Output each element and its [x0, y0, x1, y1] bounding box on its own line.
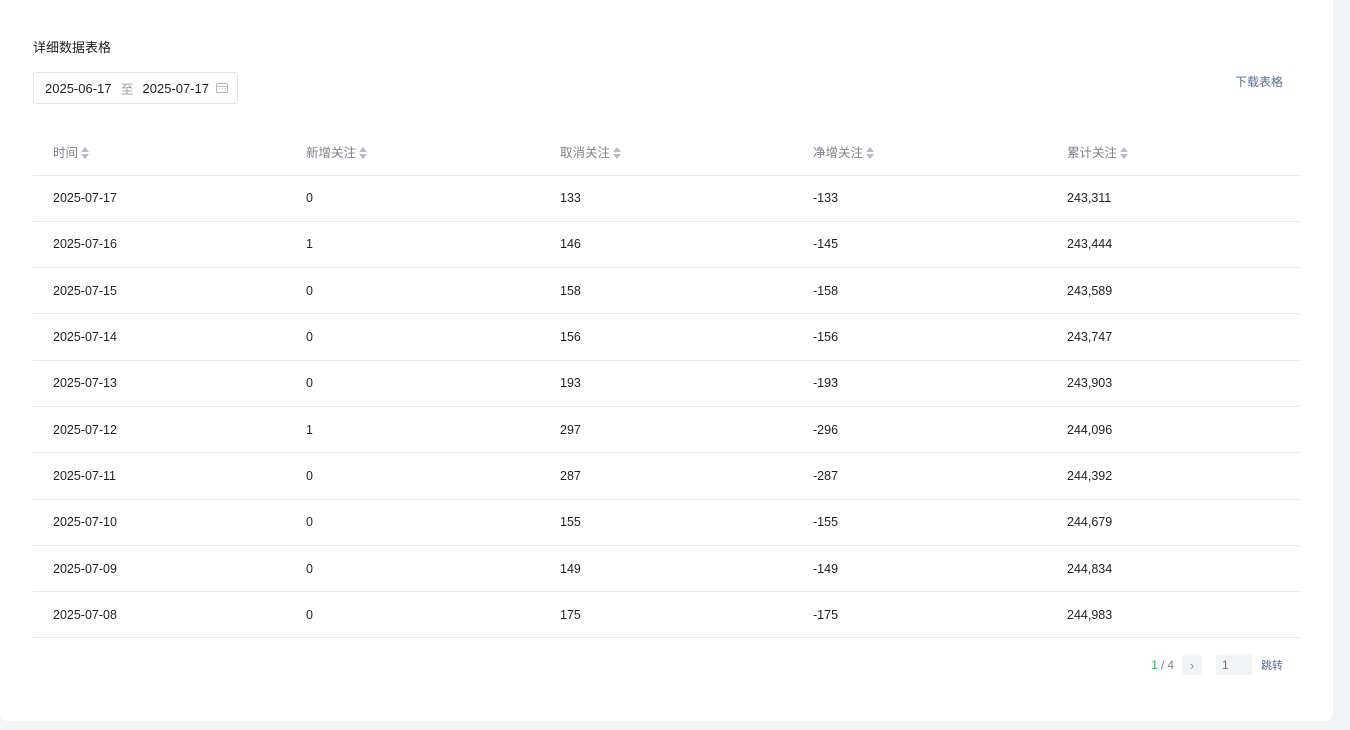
cell-unfollow: 175 — [540, 591, 793, 639]
cell-time: 2025-07-17 — [33, 175, 286, 222]
cell-new: 0 — [286, 499, 540, 546]
cell-net: -287 — [793, 452, 1047, 500]
sort-icon[interactable] — [613, 147, 622, 160]
cell-total: 243,903 — [1047, 360, 1300, 407]
column-header-total-follows[interactable]: 累计关注 — [1047, 128, 1300, 176]
calendar-icon[interactable] — [216, 83, 228, 93]
section-title: 详细数据表格 — [33, 40, 112, 55]
cell-unfollow: 193 — [540, 360, 793, 407]
cell-time: 2025-07-15 — [33, 267, 286, 315]
cell-time: 2025-07-13 — [33, 360, 286, 407]
cell-total: 243,589 — [1047, 267, 1300, 315]
date-separator: 至 — [120, 81, 134, 97]
cell-time: 2025-07-10 — [33, 499, 286, 546]
total-pages: 4 — [1167, 658, 1174, 672]
cell-net: -175 — [793, 591, 1047, 639]
pagination: 1 / 4 › 跳转 — [1151, 655, 1283, 675]
cell-net: -296 — [793, 406, 1047, 454]
cell-time: 2025-07-09 — [33, 545, 286, 593]
jump-button[interactable]: 跳转 — [1261, 657, 1283, 673]
cell-net: -158 — [793, 267, 1047, 315]
table-row: 2025-07-10 0 155 -155 244,679 — [33, 499, 1300, 546]
table-row: 2025-07-17 0 133 -133 243,311 — [33, 175, 1300, 222]
cell-unfollow: 156 — [540, 313, 793, 361]
cell-unfollow: 146 — [540, 221, 793, 269]
sort-icon[interactable] — [359, 147, 368, 160]
cell-new: 0 — [286, 313, 540, 361]
cell-net: -149 — [793, 545, 1047, 593]
date-range-picker[interactable]: 2025-06-17 至 2025-07-17 — [33, 72, 238, 104]
column-header-time[interactable]: 时间 — [33, 128, 286, 176]
table-row: 2025-07-15 0 158 -158 243,589 — [33, 267, 1300, 315]
cell-total: 244,392 — [1047, 452, 1300, 500]
sort-icon[interactable] — [81, 147, 90, 160]
cell-time: 2025-07-14 — [33, 313, 286, 361]
cell-time: 2025-07-12 — [33, 406, 286, 454]
cell-new: 0 — [286, 545, 540, 593]
table-row: 2025-07-11 0 287 -287 244,392 — [33, 452, 1300, 500]
column-header-unfollows[interactable]: 取消关注 — [540, 128, 793, 176]
data-table: 时间 新增关注 取消关注 净增关注 累计关注 2025-07-17 0 133 -13… — [33, 128, 1300, 639]
column-header-new-follows[interactable]: 新增关注 — [286, 128, 540, 176]
cell-new: 0 — [286, 175, 540, 222]
table-row: 2025-07-08 0 175 -175 244,983 — [33, 591, 1300, 639]
cell-new: 0 — [286, 360, 540, 407]
end-date[interactable]: 2025-07-17 — [143, 81, 210, 96]
cell-unfollow: 297 — [540, 406, 793, 454]
cell-unfollow: 149 — [540, 545, 793, 593]
cell-total: 244,983 — [1047, 591, 1300, 639]
start-date[interactable]: 2025-06-17 — [45, 81, 112, 96]
table-header-row: 时间 新增关注 取消关注 净增关注 累计关注 — [33, 128, 1300, 176]
cell-unfollow: 155 — [540, 499, 793, 546]
cell-unfollow: 158 — [540, 267, 793, 315]
cell-new: 0 — [286, 452, 540, 500]
cell-total: 244,834 — [1047, 545, 1300, 593]
cell-net: -133 — [793, 175, 1047, 222]
current-page: 1 — [1151, 658, 1158, 672]
cell-net: -156 — [793, 313, 1047, 361]
cell-net: -155 — [793, 499, 1047, 546]
cell-time: 2025-07-11 — [33, 452, 286, 500]
cell-total: 243,747 — [1047, 313, 1300, 361]
detail-data-card: 详细数据表格 2025-06-17 至 2025-07-17 下载表格 时间 新… — [0, 0, 1333, 721]
cell-net: -145 — [793, 221, 1047, 269]
cell-net: -193 — [793, 360, 1047, 407]
table-row: 2025-07-13 0 193 -193 243,903 — [33, 360, 1300, 407]
cell-new: 1 — [286, 406, 540, 454]
table-row: 2025-07-14 0 156 -156 243,747 — [33, 313, 1300, 361]
download-table-link[interactable]: 下载表格 — [1235, 73, 1283, 90]
cell-time: 2025-07-08 — [33, 591, 286, 639]
cell-total: 243,444 — [1047, 221, 1300, 269]
column-header-net-follows[interactable]: 净增关注 — [793, 128, 1047, 176]
page-separator: / — [1160, 658, 1165, 672]
cell-new: 0 — [286, 591, 540, 639]
table-row: 2025-07-12 1 297 -296 244,096 — [33, 406, 1300, 454]
chevron-right-icon: › — [1189, 657, 1195, 673]
next-page-button[interactable]: › — [1182, 655, 1202, 675]
cell-total: 244,096 — [1047, 406, 1300, 454]
cell-new: 0 — [286, 267, 540, 315]
table-row: 2025-07-16 1 146 -145 243,444 — [33, 221, 1300, 269]
cell-time: 2025-07-16 — [33, 221, 286, 269]
cell-unfollow: 287 — [540, 452, 793, 500]
cell-total: 243,311 — [1047, 175, 1300, 222]
sort-icon[interactable] — [866, 147, 875, 160]
cell-new: 1 — [286, 221, 540, 269]
page-number-input[interactable] — [1216, 655, 1252, 675]
table-row: 2025-07-09 0 149 -149 244,834 — [33, 545, 1300, 593]
cell-total: 244,679 — [1047, 499, 1300, 546]
sort-icon[interactable] — [1120, 147, 1129, 160]
cell-unfollow: 133 — [540, 175, 793, 222]
